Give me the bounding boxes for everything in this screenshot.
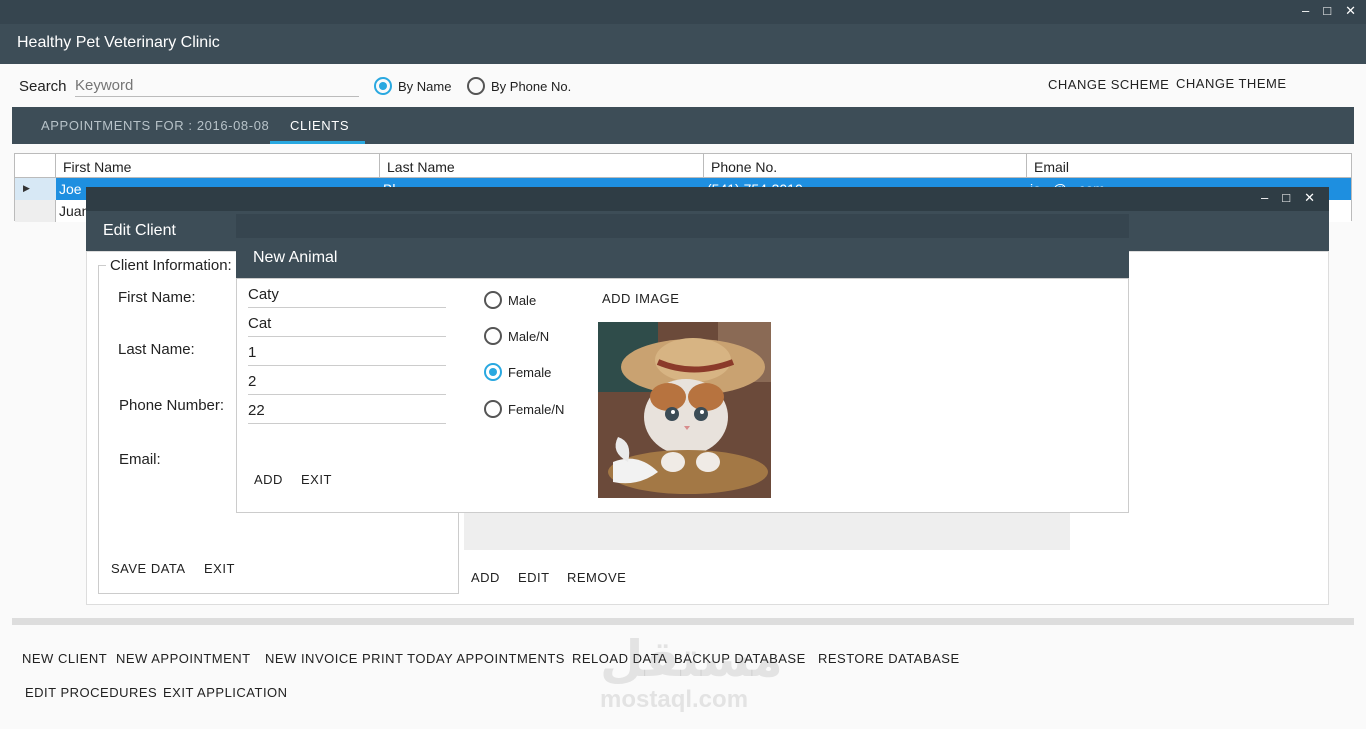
new-animal-window-bar [236,214,1129,238]
add-pet-button[interactable]: ADD [471,570,500,585]
client-group-title: Client Information: [106,257,236,274]
search-input[interactable] [75,75,359,97]
bottom-separator [12,618,1354,625]
edit-client-exit-button[interactable]: EXIT [204,561,235,576]
radio-selected-icon[interactable] [484,363,502,381]
active-tab-indicator [270,141,365,144]
column-header-phone[interactable]: Phone No. [704,154,1027,178]
row-selector[interactable] [15,178,56,200]
cell-first-name: Juan [59,203,90,219]
minimize-icon[interactable]: – [1261,190,1268,206]
tab-appointments[interactable]: APPOINTMENTS FOR : 2016-08-08 [41,118,269,133]
search-label: Search [19,78,67,95]
animal-name-field[interactable]: Caty [248,284,446,308]
change-theme-button[interactable]: CHANGE THEME [1176,76,1287,91]
animal-field-5[interactable]: 22 [248,400,446,424]
gender-female-spayed-label: Female/N [508,401,565,417]
close-icon[interactable]: ✕ [1304,190,1315,206]
remove-pet-button[interactable]: REMOVE [567,570,626,585]
by-name-label: By Name [398,78,452,94]
maximize-icon[interactable]: □ [1282,190,1290,206]
gender-female-radio[interactable]: Female [484,363,551,381]
new-animal-title: New Animal [253,249,338,266]
first-name-label: First Name: [118,289,196,306]
edit-client-window-bar: – □ ✕ [86,187,1329,211]
restore-database-button[interactable]: RESTORE DATABASE [818,651,960,666]
column-header-email[interactable]: Email [1027,154,1351,178]
add-image-button[interactable]: ADD IMAGE [602,291,679,306]
app-title: Healthy Pet Veterinary Clinic [17,34,220,51]
exit-application-button[interactable]: EXIT APPLICATION [163,685,288,700]
gender-female-label: Female [508,364,552,380]
radio-unselected-icon[interactable] [484,400,502,418]
phone-number-label: Phone Number: [119,397,225,414]
gender-male-neutered-radio[interactable]: Male/N [484,327,549,345]
watermark-latin: mostaql.com [600,686,749,713]
tab-clients[interactable]: CLIENTS [290,118,349,133]
row-pointer-icon: ▶ [23,183,30,193]
column-header-last-name[interactable]: Last Name [380,154,704,178]
by-name-radio[interactable]: By Name [374,77,451,95]
gender-male-label: Male [508,292,537,308]
gender-male-neutered-label: Male/N [508,328,550,344]
gender-male-radio[interactable]: Male [484,291,536,309]
save-data-button[interactable]: SAVE DATA [111,561,186,576]
last-name-label: Last Name: [118,341,195,358]
new-animal-header: New Animal [236,238,1129,278]
gender-female-spayed-radio[interactable]: Female/N [484,400,564,418]
new-animal-exit-button[interactable]: EXIT [301,472,332,487]
edit-client-window-controls: – □ ✕ [1261,190,1315,206]
radio-unselected-icon[interactable] [484,291,502,309]
window-controls: – □ ✕ [1302,3,1356,19]
app-header: Healthy Pet Veterinary Clinic [0,24,1366,64]
new-client-button[interactable]: NEW CLIENT [22,651,107,666]
animal-field-4[interactable]: 2 [248,371,446,395]
pets-list-panel [464,513,1070,550]
watermark-arabic: مستقل [600,631,783,687]
row-selector[interactable] [15,200,56,222]
by-phone-radio[interactable]: By Phone No. [467,77,571,95]
maximize-icon[interactable]: □ [1323,3,1331,19]
animal-species-field[interactable]: Cat [248,313,446,337]
email-label: Email: [119,451,161,468]
print-today-appointments-button[interactable]: PRINT TODAY APPOINTMENTS [362,651,565,666]
animal-photo [598,322,771,498]
new-appointment-button[interactable]: NEW APPOINTMENT [116,651,251,666]
minimize-icon[interactable]: – [1302,3,1309,19]
radio-unselected-icon[interactable] [484,327,502,345]
close-icon[interactable]: ✕ [1345,3,1356,19]
new-invoice-button[interactable]: NEW INVOICE [265,651,358,666]
edit-pet-button[interactable]: EDIT [518,570,550,585]
column-header-first-name[interactable]: First Name [56,154,380,178]
add-animal-button[interactable]: ADD [254,472,283,487]
cell-first-name: Joe [59,181,82,197]
change-scheme-button[interactable]: CHANGE SCHEME [1048,77,1169,92]
window-titlebar [0,0,1366,24]
edit-procedures-button[interactable]: EDIT PROCEDURES [25,685,157,700]
animal-field-3[interactable]: 1 [248,342,446,366]
edit-client-title: Edit Client [103,222,176,239]
tab-strip: APPOINTMENTS FOR : 2016-08-08 CLIENTS [12,107,1354,144]
radio-unselected-icon[interactable] [467,77,485,95]
row-header-column [15,154,56,178]
by-phone-label: By Phone No. [491,78,572,94]
radio-selected-icon[interactable] [374,77,392,95]
